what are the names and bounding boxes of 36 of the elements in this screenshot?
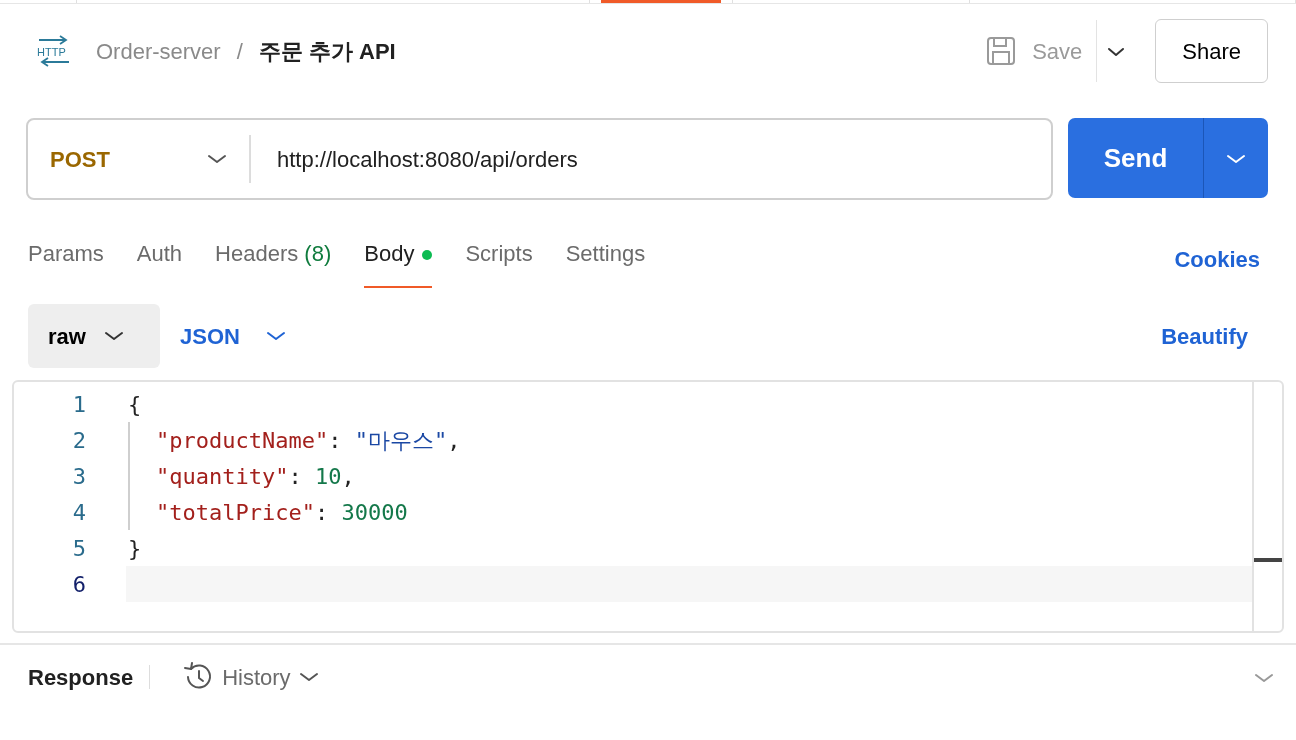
line-number: 4	[71, 498, 86, 527]
request-tab[interactable]: Settings	[565, 230, 646, 288]
line-number: 2	[71, 426, 86, 455]
line-number: 5	[71, 534, 86, 563]
line-number: 1	[71, 390, 86, 419]
cookies-link[interactable]: Cookies	[1174, 242, 1260, 276]
beautify-link[interactable]: Beautify	[1161, 319, 1248, 353]
request-tab[interactable]: Scripts	[465, 230, 533, 288]
send-options-button[interactable]	[1203, 118, 1268, 198]
line-number: 6	[71, 570, 86, 599]
url-input[interactable]: http://localhost:8080/api/orders	[251, 142, 578, 176]
line-number: 3	[71, 462, 86, 491]
code-line: "productName": "마우스",	[156, 426, 461, 455]
request-tab[interactable]: Headers (8)	[215, 230, 332, 288]
body-mode-dropdown[interactable]: raw	[28, 304, 160, 368]
send-button[interactable]: Send	[1068, 118, 1203, 198]
save-button[interactable]: Save	[986, 34, 1097, 68]
scrollbar[interactable]	[1252, 382, 1282, 631]
share-button[interactable]: Share	[1155, 19, 1268, 83]
code-line: {	[128, 390, 142, 419]
breadcrumb-item[interactable]: Order-server	[96, 34, 221, 68]
method-dropdown[interactable]: POST	[28, 135, 250, 183]
code-editor[interactable]: 1 { 2 "productName": "마우스", 3 "quantity": 10, 4 "totalPrice": 30000 5 } 6	[12, 380, 1284, 633]
code-line: "quantity": 10,	[156, 462, 355, 491]
language-dropdown[interactable]: JSON	[160, 319, 306, 353]
save-icon	[986, 36, 1017, 66]
response-title: Response	[28, 663, 134, 692]
code-line: "totalPrice": 30000	[156, 498, 408, 527]
code-line: }	[128, 534, 142, 563]
request-tab[interactable]: Params	[28, 230, 104, 288]
history-dropdown[interactable]: History	[182, 660, 319, 694]
request-tab[interactable]: Body	[364, 230, 433, 288]
scrollbar-thumb[interactable]	[1254, 558, 1282, 562]
breadcrumb-item: 주문 추가 API	[258, 37, 396, 66]
breadcrumb-separator: /	[236, 37, 243, 66]
request-tab[interactable]: Auth	[136, 230, 183, 288]
